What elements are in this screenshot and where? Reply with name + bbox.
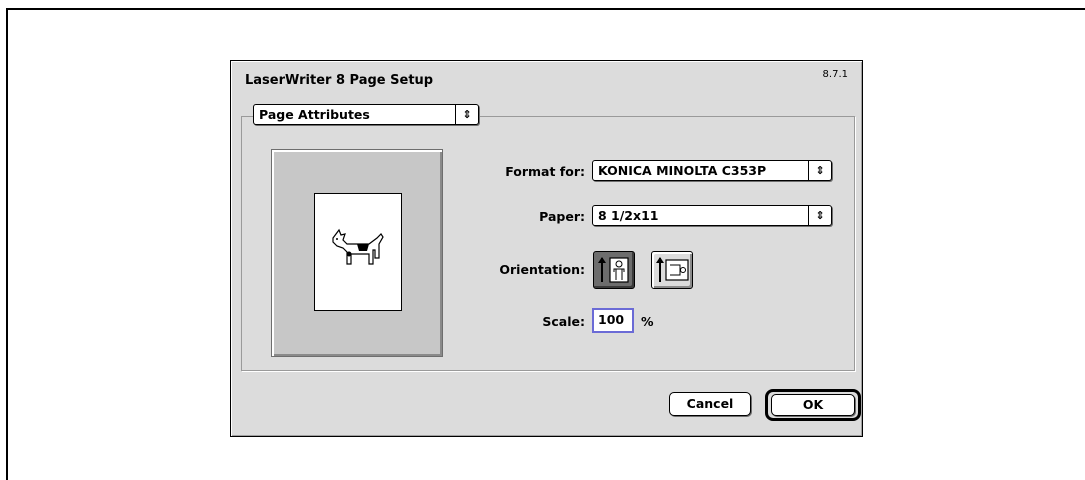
format-for-label: Format for: — [505, 164, 585, 179]
popup-arrow-icon: ⇕ — [808, 206, 831, 225]
paper-preview — [314, 193, 402, 311]
scale-unit: % — [641, 314, 654, 329]
landscape-orientation-button[interactable] — [651, 251, 693, 289]
paper-popup[interactable]: 8 1/2x11 ⇕ — [592, 205, 832, 226]
portrait-icon — [598, 257, 629, 283]
portrait-orientation-button[interactable] — [593, 251, 635, 289]
paper-value: 8 1/2x11 — [598, 208, 659, 223]
landscape-icon — [656, 257, 689, 282]
cancel-button[interactable]: Cancel — [669, 392, 751, 416]
popup-arrow-icon: ⇕ — [808, 161, 831, 180]
page-preview — [271, 149, 443, 357]
orientation-label: Orientation: — [499, 262, 585, 277]
format-for-popup[interactable]: KONICA MINOLTA C353P ⇕ — [592, 160, 832, 181]
section-popup[interactable]: Page Attributes ⇕ — [253, 104, 479, 125]
scale-input[interactable]: 100 — [592, 308, 634, 333]
version-label: 8.7.1 — [822, 69, 848, 80]
popup-arrow-icon: ⇕ — [455, 105, 478, 124]
dialog-title: LaserWriter 8 Page Setup — [245, 73, 434, 88]
format-for-value: KONICA MINOLTA C353P — [598, 163, 767, 178]
scale-label: Scale: — [542, 314, 585, 329]
dogcow-icon — [332, 228, 384, 265]
ok-button[interactable]: OK — [771, 394, 855, 416]
paper-label: Paper: — [539, 209, 585, 224]
page-setup-dialog: LaserWriter 8 Page Setup 8.7.1 Page Attr… — [230, 60, 863, 437]
section-popup-label: Page Attributes — [259, 107, 370, 122]
